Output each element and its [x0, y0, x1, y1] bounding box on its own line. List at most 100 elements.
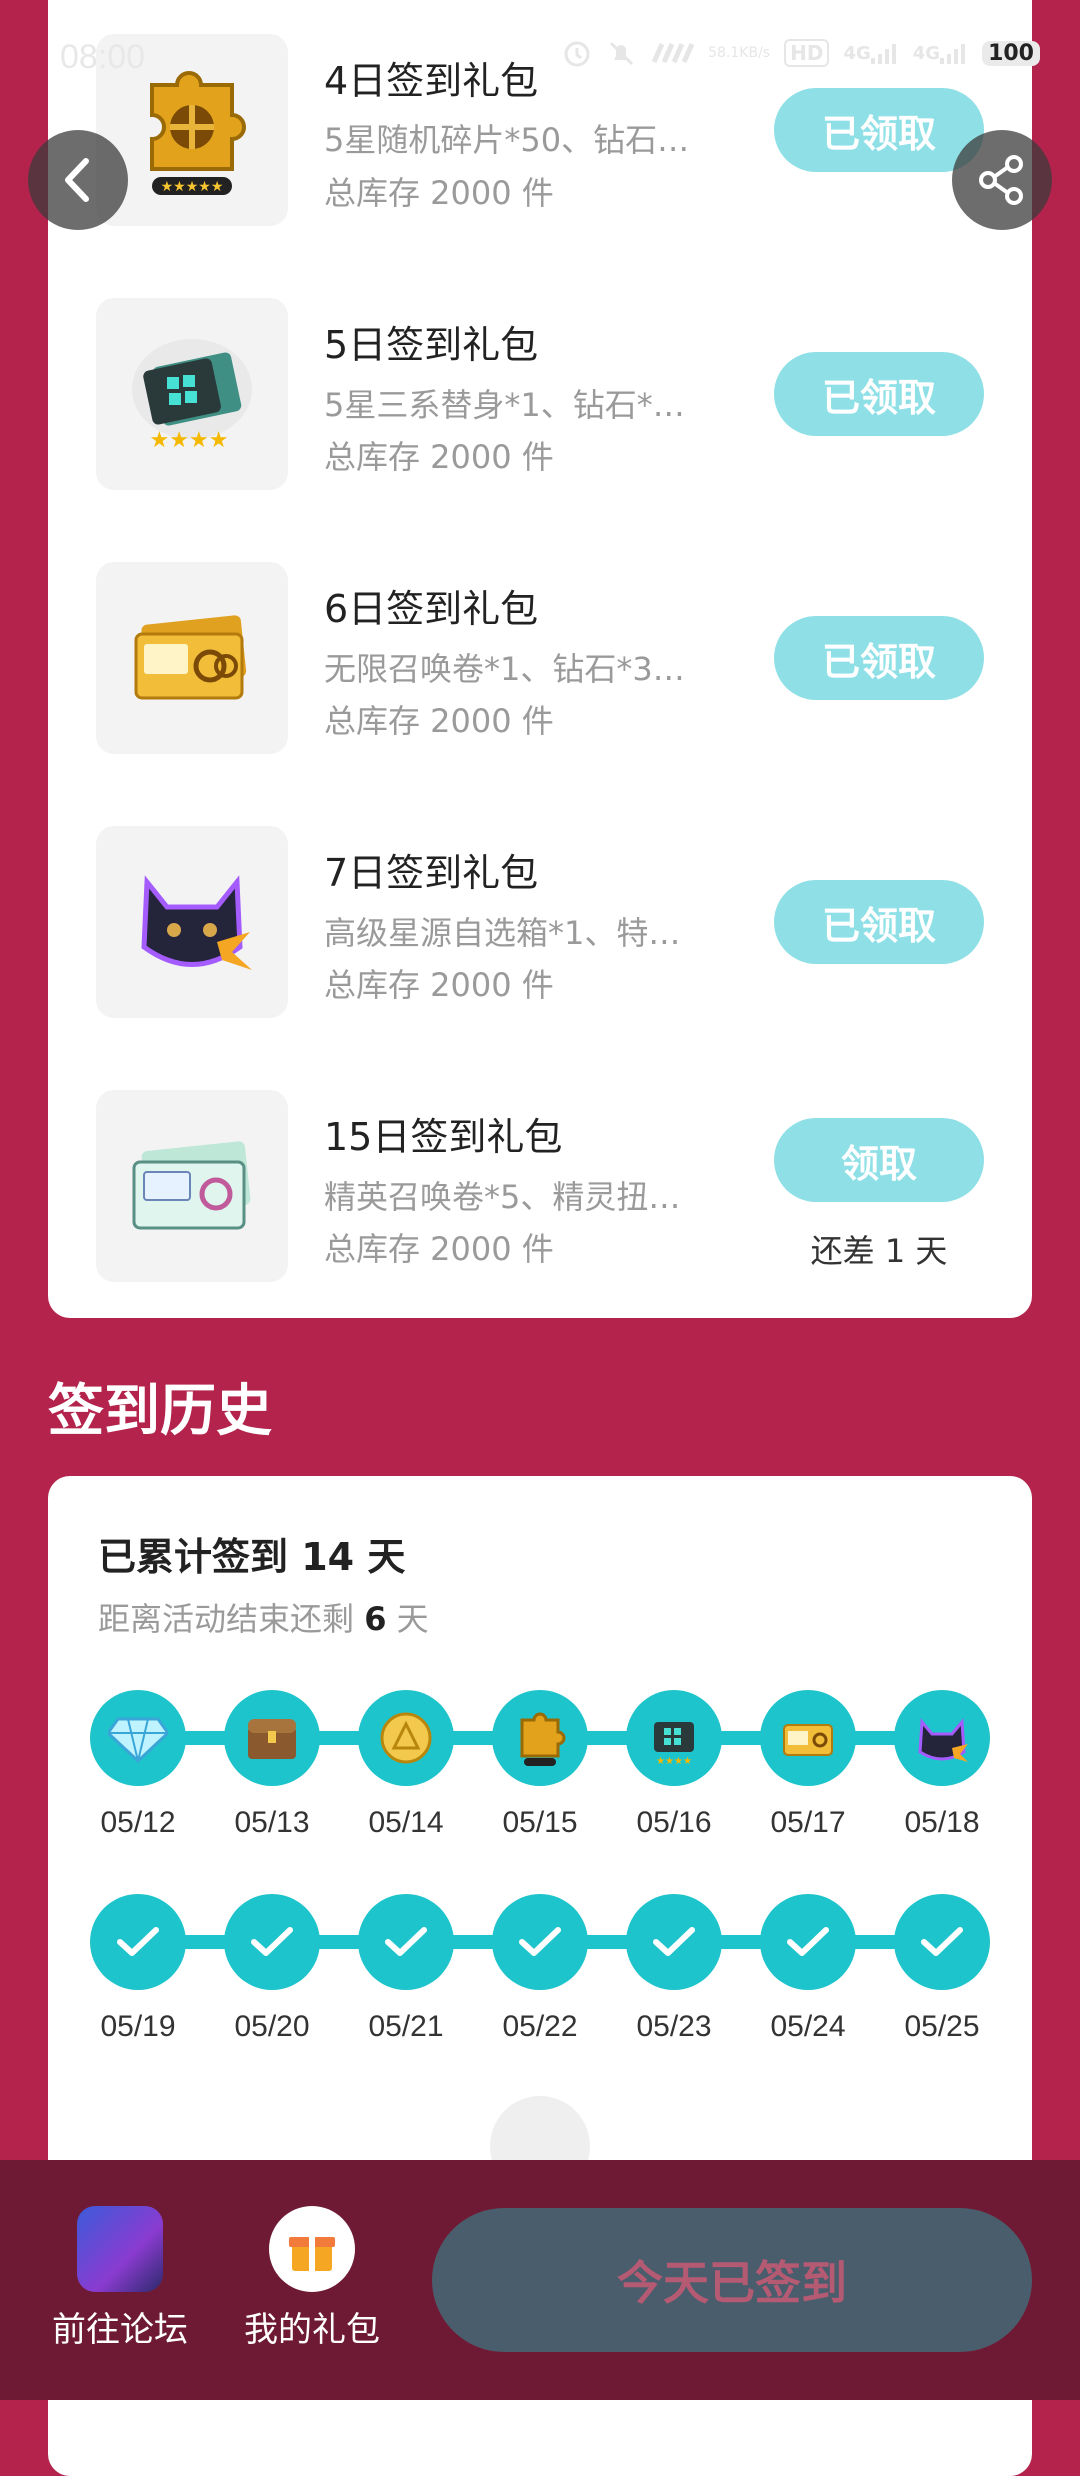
- day-date: 05/13: [234, 1806, 310, 1839]
- days-remaining-note: 还差 1 天: [810, 1232, 948, 1270]
- day-date: 05/15: [502, 1806, 578, 1839]
- day-date: 05/19: [100, 2010, 176, 2043]
- remaining-days: 距离活动结束还剩 6 天: [98, 1594, 429, 1640]
- network-type-1: 4G: [843, 42, 871, 64]
- gift-desc: 无限召唤卷*1、钻石*3…: [324, 650, 685, 688]
- svg-text:★★★★: ★★★★: [656, 1756, 692, 1767]
- back-button[interactable]: [28, 130, 128, 230]
- section-title-history: 签到历史: [48, 1379, 272, 1444]
- check-icon: [921, 1927, 963, 1956]
- day-date: 05/22: [502, 2010, 578, 2043]
- day-node: [760, 1690, 856, 1786]
- mute-bell-icon: [606, 38, 636, 68]
- check-icon: [519, 1927, 561, 1956]
- day-date: 05/20: [234, 2010, 310, 2043]
- day-node: [492, 1894, 588, 1990]
- claimed-button[interactable]: 已领取: [774, 880, 984, 964]
- check-icon: [653, 1927, 695, 1956]
- day-node: [90, 1894, 186, 1990]
- gift-title: 7日签到礼包: [324, 851, 539, 895]
- remaining-days-prefix: 距离活动结束还剩: [98, 1600, 355, 1638]
- gift-desc: 5星三系替身*1、钻石*…: [324, 386, 685, 424]
- summon-ticket-icon: [134, 615, 247, 700]
- day-node: [224, 1690, 320, 1786]
- my-gifts-button[interactable]: 我的礼包: [212, 2206, 412, 2351]
- day-node: ★★★★: [626, 1690, 722, 1786]
- golden-puzzle-piece-icon: [520, 1712, 566, 1766]
- day-date: 05/18: [904, 1806, 980, 1839]
- alarm-icon: [562, 38, 592, 68]
- check-icon: [385, 1927, 427, 1956]
- remaining-days-value: 6: [364, 1600, 387, 1638]
- total-signin-days: 已累计签到 14 天: [98, 1535, 406, 1579]
- summon-ticket-icon: [783, 1724, 833, 1756]
- gift-desc: 精英召唤卷*5、精灵扭…: [324, 1178, 681, 1216]
- remaining-days-suffix: 天: [396, 1600, 429, 1638]
- claimed-button[interactable]: 已领取: [774, 616, 984, 700]
- signed-today-button[interactable]: 今天已签到: [432, 2208, 1032, 2352]
- wifi-speed-icon: [650, 40, 695, 66]
- day-node: [894, 1690, 990, 1786]
- share-icon: [979, 155, 1023, 205]
- day-date: 05/17: [770, 1806, 846, 1839]
- gift-stock: 总库存 2000 件: [324, 966, 554, 1004]
- network-type-2: 4G: [912, 42, 941, 64]
- day-date: 05/21: [368, 2010, 444, 2043]
- gift-stock: 总库存 2000 件: [324, 438, 554, 476]
- day-date: 05/12: [100, 1806, 176, 1839]
- day-date: 05/16: [636, 1806, 712, 1839]
- network-speed: 58.1 KB/s: [708, 44, 771, 61]
- claimed-button[interactable]: 已领取: [774, 352, 984, 436]
- my-gifts-label: 我的礼包: [244, 2310, 380, 2350]
- day-node: [224, 1894, 320, 1990]
- battery-indicator: 100: [982, 40, 1040, 66]
- day-date: 05/24: [770, 2010, 846, 2043]
- gift-thumb-day6: [96, 562, 288, 754]
- svg-text:★★★★★: ★★★★★: [161, 179, 224, 195]
- day-node: [894, 1894, 990, 1990]
- signal-icon-2: 4G: [913, 42, 968, 64]
- day-node: [626, 1894, 722, 1990]
- gift-desc: 高级星源自选箱*1、特…: [324, 914, 681, 952]
- chevron-left-icon: [65, 158, 89, 202]
- svg-text:★★★★: ★★★★: [150, 428, 229, 453]
- gift-stock: 总库存 2000 件: [324, 1230, 554, 1268]
- day-date: 05/23: [636, 2010, 712, 2043]
- signal-icon: 4G: [843, 42, 898, 64]
- diamond-icon: [108, 1717, 168, 1763]
- network-speed-value: 58.1: [708, 44, 740, 61]
- day-date: 05/14: [368, 1806, 444, 1839]
- gift-desc: 5星随机碎片*50、钻石…: [324, 121, 690, 159]
- elite-ticket-icon: [132, 1141, 251, 1230]
- gift-thumb-day7: [96, 826, 288, 1018]
- gift-stock: 总库存 2000 件: [324, 702, 554, 740]
- share-button[interactable]: [952, 130, 1052, 230]
- gift-title: 5日签到礼包: [324, 323, 539, 367]
- gift-stock: 总库存 2000 件: [324, 174, 554, 212]
- forum-label: 前往论坛: [52, 2310, 188, 2350]
- gift-list-card: ★★★★★ 4日签到礼包 5星随机碎片*50、钻石… 总库存 2000 件 已领…: [48, 0, 1032, 1318]
- check-icon: [787, 1927, 829, 1956]
- status-icons: 58.1 KB/s HD 4G 4G 100: [562, 38, 1040, 68]
- claim-button[interactable]: 领取: [774, 1118, 984, 1202]
- day-date: 05/25: [904, 2010, 980, 2043]
- bottom-bar: 前往论坛 我的礼包 今天已签到: [0, 2160, 1080, 2400]
- day-node: [358, 1894, 454, 1990]
- treasure-chest-icon: [248, 1719, 296, 1759]
- status-time: 08:00: [60, 38, 146, 76]
- day-node: [358, 1690, 454, 1786]
- game-app-icon: [77, 2206, 163, 2292]
- network-speed-unit: KB/s: [739, 44, 771, 61]
- status-bar: 08:00 58.1 KB/s HD 4G 4G 100: [0, 0, 1080, 120]
- black-cat-icon: [141, 875, 252, 970]
- forum-button[interactable]: 前往论坛: [20, 2206, 220, 2351]
- black-cat-icon: [918, 1718, 968, 1762]
- gold-coin-icon: [380, 1712, 432, 1764]
- gift-title: 6日签到礼包: [324, 587, 539, 631]
- check-icon: [117, 1927, 159, 1956]
- day-node: [90, 1690, 186, 1786]
- gift-thumb-day5: ★★★★: [96, 298, 288, 490]
- gift-box-icon: [269, 2206, 355, 2292]
- gift-thumb-day15: [96, 1090, 288, 1282]
- substitute-card-icon: ★★★★: [654, 1722, 694, 1767]
